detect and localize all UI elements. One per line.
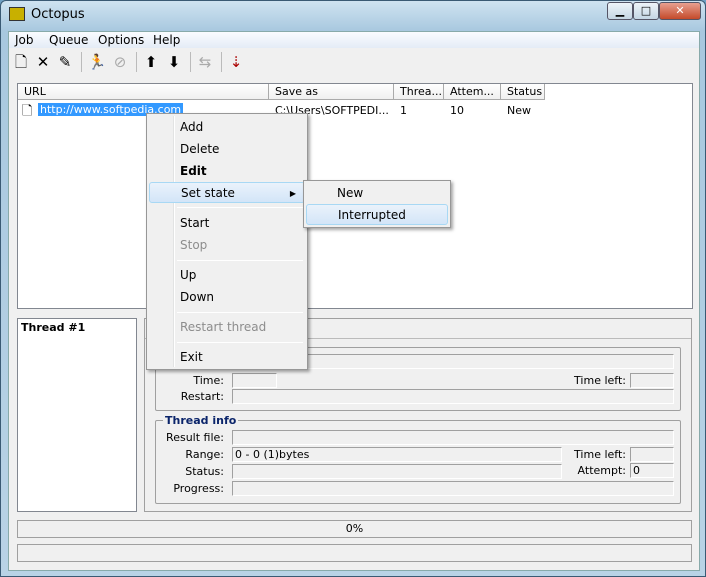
submenu-item-interrupted[interactable]: Interrupted: [306, 204, 448, 225]
octopus-app-icon: [9, 7, 25, 21]
delete-icon[interactable]: ✕: [33, 52, 53, 72]
menu-separator: [177, 207, 303, 208]
thread-item[interactable]: Thread #1: [21, 321, 85, 334]
context-menu: Add Delete Edit Set state ▶ Start Stop Up…: [146, 113, 308, 370]
thread-time-left-label: Time left:: [574, 448, 626, 461]
column-url[interactable]: URL: [18, 84, 269, 100]
menu-item-down[interactable]: Down: [149, 287, 305, 308]
edit-icon[interactable]: ✎: [55, 52, 75, 72]
progress-text: 0%: [345, 522, 364, 535]
progress-label: Progress:: [173, 482, 224, 495]
status-bar: [17, 544, 692, 562]
menu-item-edit[interactable]: Edit: [149, 161, 305, 182]
range-field: 0 - 0 (1)bytes: [232, 447, 562, 462]
set-state-submenu: New Interrupted: [303, 180, 451, 228]
range-label: Range:: [185, 448, 224, 461]
menu-separator: [177, 260, 303, 261]
overall-progress-bar: 0%: [17, 520, 692, 538]
menu-item-up[interactable]: Up: [149, 265, 305, 286]
time-label: Time:: [193, 374, 224, 387]
menu-separator: [177, 312, 303, 313]
toolbar-separator: [221, 52, 222, 72]
restart-field: [232, 389, 674, 404]
menu-job[interactable]: Job: [15, 33, 34, 47]
file-icon: 🗋: [22, 104, 33, 119]
menu-item-add[interactable]: Add: [149, 117, 305, 138]
menu-item-set-state[interactable]: Set state ▶: [149, 182, 305, 203]
submenu-arrow-icon: ▶: [289, 189, 296, 198]
menu-bar: Job Queue Options Help: [9, 32, 699, 48]
new-job-icon[interactable]: 🗋: [11, 52, 31, 72]
time-field: [232, 373, 277, 388]
thread-info-title: Thread info: [163, 414, 239, 427]
attempt-field: 0: [630, 463, 674, 478]
menu-separator: [177, 342, 303, 343]
thread-time-left-field: [630, 447, 674, 462]
column-status[interactable]: Status: [501, 84, 545, 100]
menu-item-stop: Stop: [180, 238, 208, 252]
job-time-left-field: [630, 373, 674, 388]
stop-icon[interactable]: ⊘: [110, 52, 130, 72]
threads-cell: 1: [400, 104, 407, 117]
start-runner-icon[interactable]: 🏃: [87, 52, 107, 72]
column-threads[interactable]: Threa...: [394, 84, 444, 100]
restart-thread-icon[interactable]: ⇆: [195, 52, 215, 72]
restart-label: Restart:: [180, 390, 224, 403]
menu-item-exit[interactable]: Exit: [149, 347, 305, 368]
menu-item-delete[interactable]: Delete: [149, 139, 305, 160]
menu-item-start[interactable]: Start: [149, 213, 305, 234]
column-attempts[interactable]: Attem...: [444, 84, 501, 100]
attempt-label: Attempt:: [577, 464, 626, 477]
toolbar-separator: [81, 52, 82, 72]
thread-info-group: Thread info Result file: Range: 0 - 0 (1…: [155, 414, 681, 504]
up-arrow-icon[interactable]: ⬆: [141, 52, 161, 72]
menu-options[interactable]: Options: [98, 33, 144, 47]
menu-queue[interactable]: Queue: [49, 33, 88, 47]
client-area: Job Queue Options Help 🗋 ✕ ✎ 🏃 ⊘ ⬆ ⬇ ⇆ ⇣…: [8, 31, 700, 571]
minimize-button[interactable]: ▁: [607, 2, 633, 20]
progress-field: [232, 481, 674, 496]
result-file-label: Result file:: [166, 431, 224, 444]
attempts-cell: 10: [450, 104, 464, 117]
toolbar-separator: [136, 52, 137, 72]
status-cell: New: [507, 104, 531, 117]
status-field: [232, 464, 562, 479]
status-label: Status:: [185, 465, 224, 478]
window-title: Octopus: [31, 7, 85, 22]
job-time-left-label: Time left:: [574, 374, 626, 387]
set-state-label: Set state: [181, 186, 235, 200]
down-arrow-icon[interactable]: ⬇: [164, 52, 184, 72]
close-button[interactable]: ✕: [659, 2, 701, 20]
maximize-button[interactable]: □: [633, 2, 659, 20]
app-window: Octopus ▁ □ ✕ Job Queue Options Help 🗋 ✕…: [0, 0, 706, 577]
thread-list[interactable]: Thread #1: [17, 318, 137, 512]
sort-icon[interactable]: ⇣: [226, 52, 246, 72]
submenu-item-new[interactable]: New: [306, 183, 448, 204]
toolbar-separator: [190, 52, 191, 72]
menu-help[interactable]: Help: [153, 33, 180, 47]
menu-item-restart-thread: Restart thread: [180, 320, 267, 334]
result-file-field: [232, 430, 674, 445]
column-save-as[interactable]: Save as: [269, 84, 394, 100]
